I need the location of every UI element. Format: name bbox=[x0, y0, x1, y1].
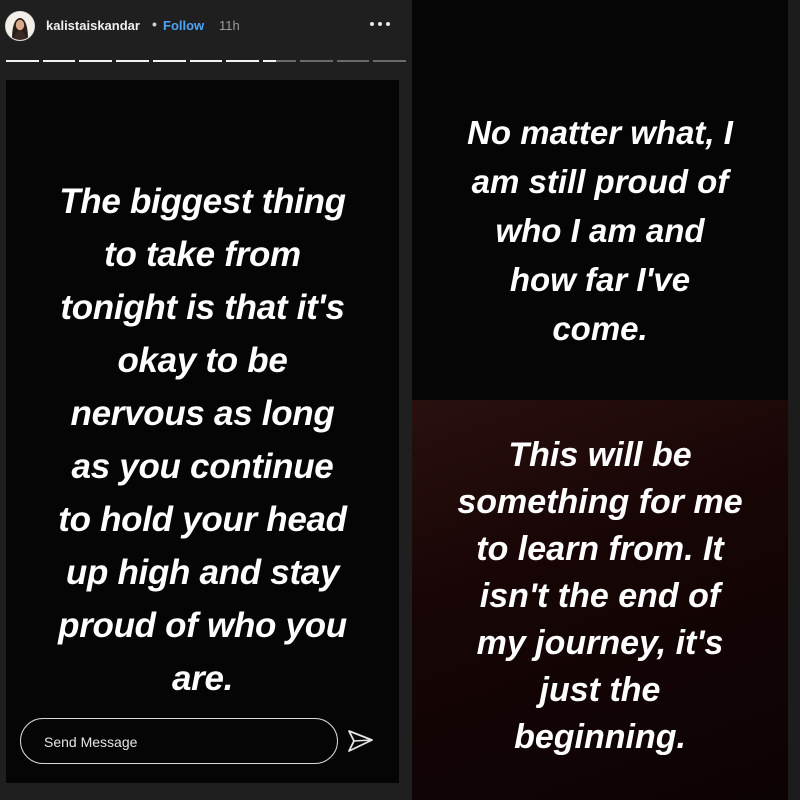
story-right-bottom-line: beginning. bbox=[514, 718, 686, 756]
send-message-placeholder: Send Message bbox=[44, 734, 138, 750]
progress-segment bbox=[373, 60, 407, 62]
story-left-line: proud of who you bbox=[58, 606, 347, 645]
story-right-top-line: how far I've bbox=[509, 261, 691, 298]
avatar[interactable] bbox=[5, 11, 35, 41]
story-text-right-bottom: This will be something for me to learn fro… bbox=[412, 432, 788, 761]
progress-segment bbox=[336, 60, 370, 62]
post-time: 11h bbox=[219, 18, 240, 33]
story-right-top-line: come. bbox=[552, 310, 648, 347]
follow-button[interactable]: Follow bbox=[163, 18, 204, 33]
story-left-line: okay to be bbox=[117, 341, 288, 380]
story-right-bottom-line: my journey, it's bbox=[476, 624, 724, 662]
story-text: The biggest thing to take from tonight is … bbox=[6, 175, 399, 705]
edge-strip bbox=[788, 0, 800, 800]
story-right-top-line: am still proud of bbox=[471, 163, 729, 200]
story-left-line: to take from bbox=[104, 235, 301, 274]
story-left-line: are. bbox=[171, 659, 234, 698]
story-right-bottom-line: just the bbox=[539, 671, 661, 709]
separator-dot: • bbox=[152, 16, 157, 32]
more-horizontal-icon[interactable] bbox=[360, 12, 400, 32]
story-left-panel: kalistaiskandar • Follow 11h The biggest… bbox=[0, 0, 412, 800]
story-viewer: kalistaiskandar • Follow 11h The biggest… bbox=[0, 0, 800, 800]
story-left-line: The biggest thing bbox=[59, 182, 346, 221]
avatar-image bbox=[6, 12, 34, 40]
story-right-bottom-line: something for me bbox=[457, 483, 743, 521]
story-right-top-line: No matter what, I bbox=[467, 114, 733, 151]
story-left-line: nervous as long bbox=[70, 394, 335, 433]
story-progress-bar bbox=[6, 60, 407, 63]
story-right-top-line: who I am and bbox=[495, 212, 705, 249]
story-right-bottom: This will be something for me to learn fro… bbox=[412, 400, 788, 800]
send-message-input[interactable]: Send Message bbox=[20, 718, 338, 764]
story-right-bottom-line: isn't the end of bbox=[479, 577, 721, 615]
progress-segment bbox=[79, 60, 113, 62]
progress-segment bbox=[116, 60, 149, 62]
username[interactable]: kalistaiskandar bbox=[46, 18, 140, 33]
story-right-top: No matter what, I am still proud of who I … bbox=[412, 0, 788, 400]
progress-segment bbox=[42, 60, 76, 62]
story-left-line: as you continue bbox=[71, 447, 334, 486]
progress-segment bbox=[263, 60, 296, 62]
story-text-right-top: No matter what, I am still proud of who I … bbox=[412, 108, 788, 353]
progress-segment bbox=[299, 60, 333, 62]
send-icon[interactable] bbox=[345, 727, 375, 755]
progress-segment bbox=[6, 60, 39, 62]
story-left-line: tonight is that it's bbox=[60, 288, 345, 327]
story-left-line: up high and stay bbox=[65, 553, 340, 592]
story-card[interactable]: The biggest thing to take from tonight is … bbox=[6, 80, 399, 783]
story-right-bottom-line: This will be bbox=[508, 436, 692, 474]
progress-segment bbox=[226, 60, 260, 62]
story-right-bottom-line: to learn from. It bbox=[476, 530, 724, 568]
story-header: kalistaiskandar • Follow 11h bbox=[0, 0, 412, 80]
progress-segment bbox=[189, 60, 223, 62]
progress-segment bbox=[152, 60, 186, 62]
story-left-line: to hold your head bbox=[58, 500, 347, 539]
